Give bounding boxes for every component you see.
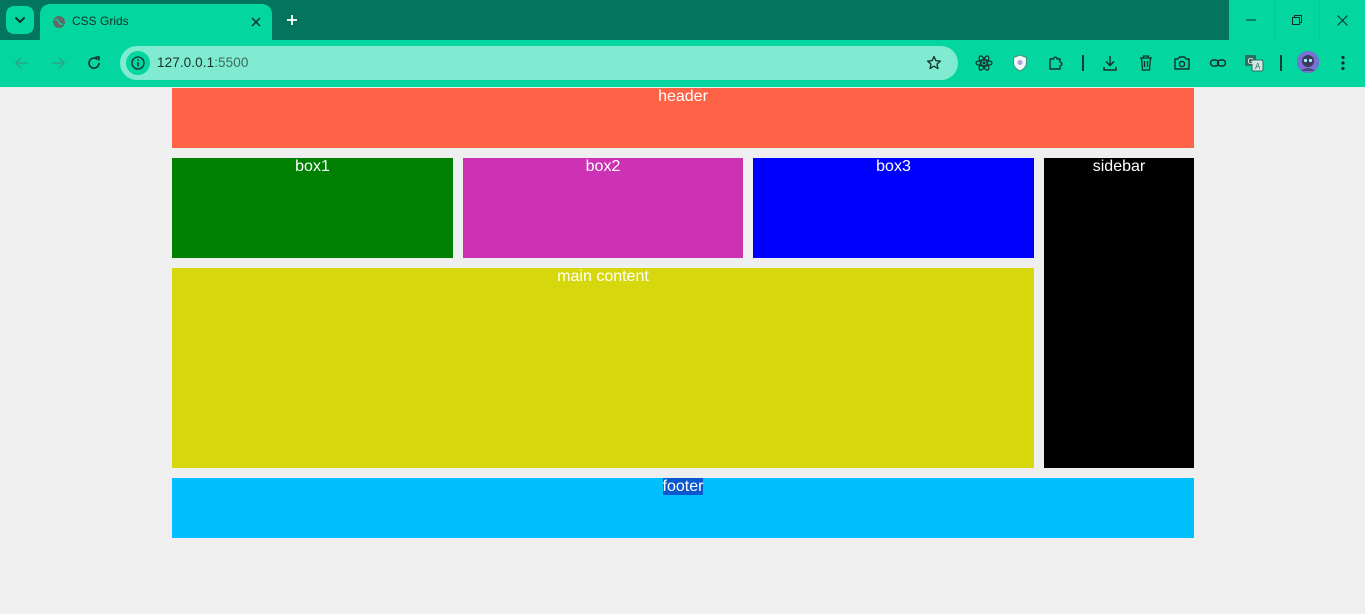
copy-link-extension[interactable] bbox=[1207, 52, 1229, 74]
tab-title: CSS Grids bbox=[72, 14, 129, 28]
browser-menu-button[interactable] bbox=[1332, 52, 1354, 74]
shield-extension[interactable] bbox=[1009, 52, 1031, 74]
toolbar-separator bbox=[1280, 55, 1282, 71]
url-text: 127.0.0.1:5500 bbox=[157, 55, 249, 70]
grid-header: header bbox=[172, 88, 1194, 148]
sidebar-label: sidebar bbox=[1092, 158, 1146, 175]
delete-extension[interactable] bbox=[1135, 52, 1157, 74]
avatar-icon bbox=[1297, 51, 1319, 73]
new-tab-button[interactable] bbox=[280, 8, 304, 32]
grid-box1: box1 bbox=[172, 158, 453, 258]
box1-label: box1 bbox=[295, 158, 330, 175]
browser-tab[interactable]: CSS Grids bbox=[40, 4, 272, 40]
page-viewport: header box1 box2 box3 sidebar main conte… bbox=[0, 87, 1365, 614]
bookmark-button[interactable] bbox=[924, 53, 944, 73]
reload-button[interactable] bbox=[82, 51, 106, 75]
close-icon bbox=[251, 17, 261, 27]
download-icon bbox=[1103, 56, 1117, 71]
address-bar[interactable]: 127.0.0.1:5500 bbox=[120, 46, 958, 80]
restore-icon bbox=[1292, 15, 1302, 25]
arrow-left-icon bbox=[14, 57, 28, 69]
forward-button[interactable] bbox=[46, 51, 70, 75]
svg-text:A: A bbox=[1255, 62, 1261, 71]
main-content-label: main content bbox=[557, 268, 649, 285]
extensions-button[interactable] bbox=[1045, 52, 1067, 74]
close-icon bbox=[1337, 14, 1349, 26]
restore-button[interactable] bbox=[1273, 0, 1320, 40]
browser-toolbar: 127.0.0.1:5500 GA bbox=[0, 40, 1365, 87]
svg-text:G: G bbox=[1248, 57, 1254, 66]
grid-box2: box2 bbox=[463, 158, 743, 258]
box2-label: box2 bbox=[585, 158, 621, 175]
reload-icon bbox=[88, 56, 100, 69]
browser-titlebar: CSS Grids bbox=[0, 0, 1365, 40]
back-button[interactable] bbox=[10, 51, 34, 75]
minimize-button[interactable] bbox=[1229, 0, 1274, 40]
camera-icon bbox=[1174, 56, 1190, 70]
tab-close-button[interactable] bbox=[248, 14, 264, 30]
kebab-menu-icon bbox=[1341, 55, 1345, 71]
minimize-icon bbox=[1246, 19, 1257, 21]
box3-label: box3 bbox=[876, 158, 911, 175]
plus-icon bbox=[287, 15, 297, 25]
footer-label-selected: footer bbox=[662, 478, 704, 495]
trash-icon bbox=[1140, 55, 1152, 71]
profile-avatar[interactable] bbox=[1297, 51, 1319, 73]
header-label: header bbox=[658, 88, 708, 105]
grid-main-content: main content bbox=[172, 268, 1034, 468]
downloads-button[interactable] bbox=[1099, 52, 1121, 74]
window-controls bbox=[1229, 0, 1365, 40]
react-devtools-extension[interactable] bbox=[973, 52, 995, 74]
site-info-button[interactable] bbox=[126, 51, 150, 75]
grid-sidebar: sidebar bbox=[1044, 158, 1194, 468]
tab-search-button[interactable] bbox=[6, 6, 34, 34]
translate-extension[interactable]: GA bbox=[1243, 52, 1265, 74]
screenshot-extension[interactable] bbox=[1171, 52, 1193, 74]
star-icon bbox=[926, 55, 942, 70]
chevron-down-icon bbox=[15, 17, 25, 24]
url-host: 127.0.0.1 bbox=[157, 55, 215, 70]
shield-icon bbox=[1013, 54, 1027, 72]
link-icon bbox=[1209, 59, 1227, 67]
react-icon bbox=[975, 55, 993, 71]
puzzle-icon bbox=[1049, 56, 1063, 70]
toolbar-separator bbox=[1082, 55, 1084, 71]
grid-box3: box3 bbox=[753, 158, 1034, 258]
globe-icon bbox=[53, 16, 65, 28]
info-icon bbox=[131, 56, 145, 70]
grid-footer: footer bbox=[172, 478, 1194, 538]
translate-icon: GA bbox=[1245, 55, 1264, 72]
url-port: :5500 bbox=[214, 55, 249, 70]
css-grid-container: header box1 box2 box3 sidebar main conte… bbox=[172, 88, 1194, 538]
close-window-button[interactable] bbox=[1319, 0, 1365, 40]
arrow-right-icon bbox=[52, 57, 66, 69]
